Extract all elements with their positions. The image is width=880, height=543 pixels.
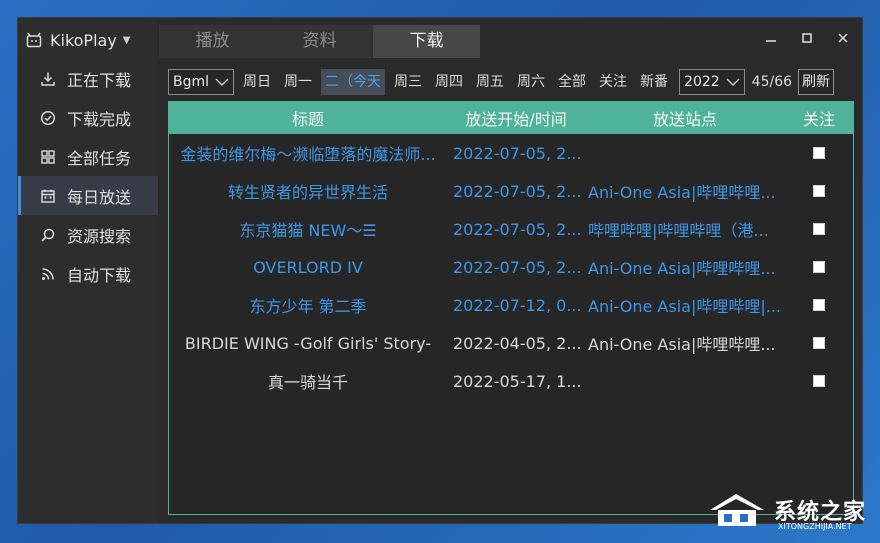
sidebar-nav: 正在下载 下载完成 全部任务 每日放送 资源搜索 自动下载	[18, 59, 158, 293]
calendar-icon	[41, 189, 55, 203]
column-header-follow[interactable]: 关注	[785, 106, 853, 130]
year-select[interactable]: 2022	[679, 69, 745, 95]
cell-title: 东京猫猫 NEW～☰	[239, 221, 377, 240]
follow-checkbox[interactable]	[813, 299, 825, 311]
sidebar-item-label: 下载完成	[67, 109, 132, 129]
maximize-icon	[802, 33, 812, 43]
refresh-button[interactable]: 刷新	[798, 69, 835, 95]
close-icon	[838, 33, 848, 43]
chevron-down-icon	[215, 78, 229, 86]
table-row[interactable]: 真一骑当千 2022-05-17, 1...	[169, 362, 853, 400]
sidebar-item-label: 自动下载	[67, 265, 132, 285]
watermark: 系统之家 XITONGZHIJIA.NET	[706, 490, 866, 531]
minimize-icon	[766, 40, 776, 42]
day-filter-mon[interactable]: 周一	[280, 69, 316, 95]
sidebar-item-label: 正在下载	[67, 70, 132, 90]
sidebar-item-completed[interactable]: 下载完成	[18, 98, 158, 137]
source-select-value: Bgml	[173, 74, 210, 90]
cell-air-time: 2022-07-05, 2...	[453, 181, 582, 201]
cell-sites: Ani-One Asia|哔哩哔哩|...	[588, 297, 781, 316]
app-menu-button[interactable]: KikoPlay ▼	[26, 28, 131, 52]
year-select-value: 2022	[684, 74, 720, 90]
table-row[interactable]: 金装的维尔梅～濒临堕落的魔法师... 2022-07-05, 2...	[169, 134, 853, 172]
table-row[interactable]: 转生贤者的异世界生活 2022-07-05, 2... Ani-One Asia…	[169, 172, 853, 210]
tab-play[interactable]: 播放	[159, 25, 266, 58]
download-icon	[41, 72, 55, 86]
sidebar-item-label: 全部任务	[67, 148, 132, 168]
day-filter-thu[interactable]: 周四	[431, 69, 467, 95]
table-row[interactable]: OVERLORD IV 2022-07-05, 2... Ani-One Asi…	[169, 248, 853, 286]
cell-sites: Ani-One Asia|哔哩哔哩...	[588, 259, 776, 278]
chevron-down-icon	[726, 78, 740, 86]
close-button[interactable]	[826, 26, 860, 50]
follow-checkbox[interactable]	[813, 223, 825, 235]
follow-checkbox[interactable]	[813, 375, 825, 387]
filter-new-season[interactable]: 新番	[636, 69, 672, 95]
sidebar-item-label: 资源搜索	[67, 226, 132, 246]
sidebar-item-label: 每日放送	[67, 187, 132, 207]
sidebar-item-resource-search[interactable]: 资源搜索	[18, 215, 158, 254]
filter-toolbar: Bgml 周日 周一 二（今天 周三 周四 周五 周六 全部 关注 新番 202…	[168, 68, 858, 96]
column-header-sites[interactable]: 放送站点	[585, 106, 785, 130]
column-header-title[interactable]: 标题	[169, 106, 447, 130]
follow-checkbox[interactable]	[813, 337, 825, 349]
rss-icon	[42, 267, 54, 280]
sidebar: KikoPlay ▼ 正在下载 下载完成 全部任务 每日放送 资源搜索 自动下载	[18, 18, 158, 523]
app-window: KikoPlay ▼ 正在下载 下载完成 全部任务 每日放送 资源搜索 自动下载…	[17, 17, 863, 524]
sidebar-item-all-tasks[interactable]: 全部任务	[18, 137, 158, 176]
follow-checkbox[interactable]	[813, 147, 825, 159]
cell-title: 真一骑当千	[267, 373, 348, 392]
cell-air-time: 2022-07-05, 2...	[453, 257, 582, 277]
sidebar-item-downloading[interactable]: 正在下载	[18, 59, 158, 98]
airing-table: 标题 放送开始/时间 放送站点 关注 金装的维尔梅～濒临堕落的魔法师... 20…	[168, 101, 854, 515]
cell-title: BIRDIE WING -Golf Girls' Story-	[184, 333, 432, 353]
cell-title: 东方少年 第二季	[249, 297, 367, 316]
table-header: 标题 放送开始/时间 放送站点 关注	[169, 102, 853, 134]
minimize-button[interactable]	[754, 26, 788, 50]
follow-checkbox[interactable]	[813, 261, 825, 273]
day-filter-sun[interactable]: 周日	[239, 69, 275, 95]
filter-followed[interactable]: 关注	[595, 69, 631, 95]
filter-all[interactable]: 全部	[554, 69, 590, 95]
chevron-down-icon: ▼	[122, 34, 131, 46]
cell-title: OVERLORD IV	[253, 257, 363, 277]
column-header-air-time[interactable]: 放送开始/时间	[447, 106, 585, 130]
maximize-button[interactable]	[790, 26, 824, 50]
cell-air-time: 2022-07-05, 2...	[453, 143, 582, 163]
search-icon	[41, 228, 55, 242]
app-logo-icon	[26, 32, 42, 48]
main-tabs: 播放 资料 下载	[159, 25, 480, 58]
app-title: KikoPlay	[50, 30, 117, 50]
tab-download[interactable]: 下载	[373, 25, 480, 58]
sidebar-item-daily-airing[interactable]: 每日放送	[18, 176, 158, 215]
source-select[interactable]: Bgml	[168, 69, 235, 95]
day-filter-tue-today[interactable]: 二（今天	[321, 69, 386, 95]
cell-title: 金装的维尔梅～濒临堕落的魔法师...	[180, 145, 436, 164]
table-row[interactable]: BIRDIE WING -Golf Girls' Story- 2022-04-…	[169, 324, 853, 362]
day-filter-wed[interactable]: 周三	[390, 69, 426, 95]
item-count: 45/66	[751, 74, 793, 90]
cell-sites: 哔哩哔哩|哔哩哔哩（港...	[588, 221, 769, 240]
cell-sites: Ani-One Asia|哔哩哔哩...	[588, 183, 776, 202]
cell-air-time: 2022-07-12, 0...	[453, 295, 582, 315]
tab-library[interactable]: 资料	[266, 25, 373, 58]
cell-air-time: 2022-07-05, 2...	[453, 219, 582, 239]
check-circle-icon	[40, 110, 56, 125]
cell-title: 转生贤者的异世界生活	[227, 183, 388, 202]
cell-air-time: 2022-04-05, 2...	[453, 333, 582, 353]
table-row[interactable]: 东京猫猫 NEW～☰ 2022-07-05, 2... 哔哩哔哩|哔哩哔哩（港.…	[169, 210, 853, 248]
day-filter-fri[interactable]: 周五	[472, 69, 508, 95]
day-filter-sat[interactable]: 周六	[513, 69, 549, 95]
watermark-subtext: XITONGZHIJIA.NET	[778, 522, 852, 531]
cell-sites: Ani-One Asia|哔哩哔哩...	[588, 335, 776, 354]
house-logo-icon	[710, 494, 764, 526]
cell-air-time: 2022-05-17, 1...	[453, 371, 582, 391]
follow-checkbox[interactable]	[813, 185, 825, 197]
table-row[interactable]: 东方少年 第二季 2022-07-12, 0... Ani-One Asia|哔…	[169, 286, 853, 324]
sidebar-item-auto-download[interactable]: 自动下载	[18, 254, 158, 293]
grid-icon	[41, 149, 55, 164]
